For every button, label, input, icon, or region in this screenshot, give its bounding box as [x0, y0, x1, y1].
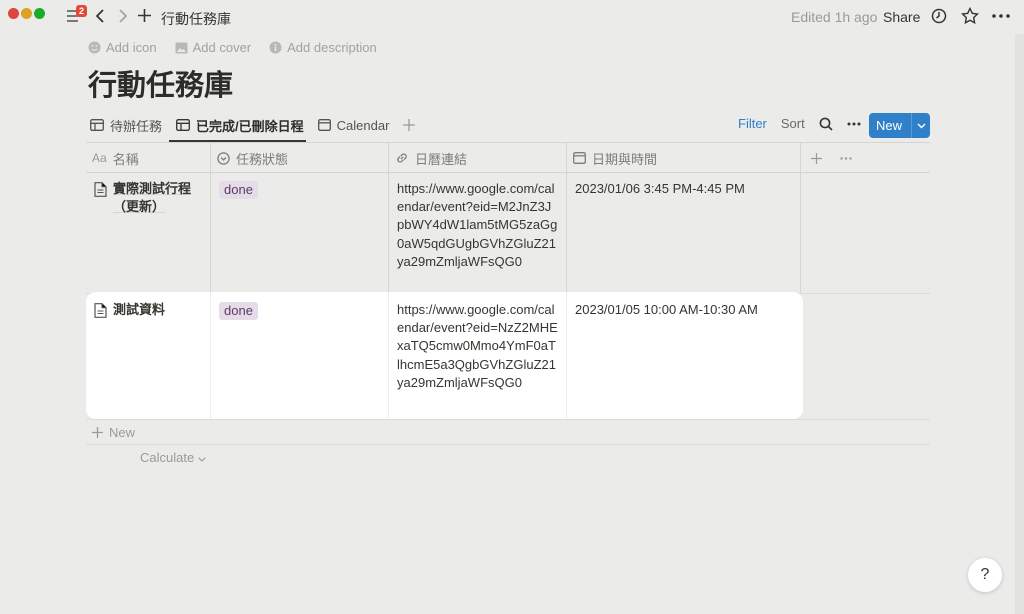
- cell-name[interactable]: 測試資料: [86, 292, 211, 419]
- cell-status[interactable]: done: [211, 292, 389, 419]
- text-property-icon: Aa: [92, 151, 107, 165]
- new-button-label: New: [876, 118, 903, 133]
- help-button[interactable]: ?: [968, 558, 1002, 592]
- page-title[interactable]: 行動任務庫: [88, 62, 233, 104]
- status-tag: done: [219, 302, 258, 320]
- table-icon: [90, 119, 104, 131]
- add-cover-button[interactable]: Add cover: [175, 40, 252, 55]
- cell-status[interactable]: done: [211, 173, 389, 293]
- scrollbar[interactable]: [1015, 34, 1024, 614]
- smiley-icon: [88, 41, 101, 54]
- page-icon: [94, 182, 107, 197]
- table-icon: [176, 119, 190, 131]
- window-minimize-icon[interactable]: [21, 8, 32, 19]
- forward-arrow-icon[interactable]: [117, 8, 129, 24]
- plus-icon: [403, 119, 416, 131]
- more-icon[interactable]: [992, 14, 1010, 18]
- cell-datetime[interactable]: 2023/01/05 10:00 AM-10:30 AM: [567, 292, 803, 419]
- chevron-down-icon[interactable]: [912, 121, 930, 131]
- plus-icon: [92, 426, 103, 438]
- share-button[interactable]: Share: [883, 9, 920, 25]
- datetime-value: 2023/01/05 10:00 AM-10:30 AM: [575, 302, 758, 317]
- column-more-icon[interactable]: [840, 156, 852, 160]
- row-title: 測試資料: [113, 302, 166, 317]
- add-cover-label: Add cover: [192, 40, 252, 55]
- tab-pending-tasks[interactable]: 待辦任務: [90, 114, 162, 136]
- window-zoom-icon[interactable]: [34, 8, 45, 19]
- table-header: Aa 名稱 任務狀態 日曆連結 日期與時間: [86, 143, 930, 173]
- add-description-label: Add description: [287, 40, 377, 55]
- calculate-button[interactable]: Calculate: [140, 450, 206, 465]
- add-view-button[interactable]: [403, 114, 416, 136]
- info-icon: [269, 41, 282, 54]
- page-icon: [94, 303, 107, 318]
- chevron-down-icon: [198, 457, 206, 462]
- new-button[interactable]: New: [869, 113, 930, 138]
- tab-label: Calendar: [336, 117, 390, 133]
- view-tabs: 待辦任務 已完成/已刪除日程 Calendar: [90, 114, 416, 136]
- calendar-icon: [317, 119, 331, 131]
- filter-button[interactable]: Filter: [738, 116, 767, 131]
- calendar-link[interactable]: https://www.google.com/calendar/event?ei…: [397, 181, 557, 269]
- datetime-value: 2023/01/06 3:45 PM-4:45 PM: [575, 181, 745, 196]
- calendar-icon: [573, 152, 586, 164]
- cell-calendar-link[interactable]: https://www.google.com/calendar/event?ei…: [389, 173, 567, 293]
- page-add-options: Add icon Add cover Add description: [88, 40, 377, 55]
- row-title: 實際測試行程（更新）: [113, 181, 192, 215]
- add-description-button[interactable]: Add description: [269, 40, 377, 55]
- image-icon: [175, 42, 188, 53]
- add-icon-label: Add icon: [106, 40, 157, 55]
- view-more-icon[interactable]: [847, 122, 861, 126]
- cell-name[interactable]: 實際測試行程（更新）: [86, 173, 211, 293]
- add-row-button[interactable]: New: [86, 419, 930, 445]
- edited-status: Edited 1h ago: [791, 9, 878, 25]
- add-row-label: New: [109, 424, 136, 440]
- clock-icon[interactable]: [931, 8, 947, 24]
- sort-button[interactable]: Sort: [781, 116, 805, 131]
- tab-calendar[interactable]: Calendar: [317, 114, 390, 136]
- add-icon-button[interactable]: Add icon: [88, 40, 157, 55]
- column-header-datetime[interactable]: 日期與時間: [567, 143, 801, 173]
- view-tools: Filter Sort: [738, 116, 861, 131]
- column-label: 名稱: [112, 151, 139, 167]
- tab-completed-deleted[interactable]: 已完成/已刪除日程: [176, 114, 304, 136]
- star-icon[interactable]: [961, 7, 979, 25]
- window-close-icon[interactable]: [8, 8, 19, 19]
- breadcrumb[interactable]: 行動任務庫: [161, 9, 231, 29]
- search-icon[interactable]: [819, 117, 833, 131]
- status-tag: done: [219, 181, 258, 199]
- column-actions: [801, 143, 930, 173]
- column-header-name[interactable]: Aa 名稱: [86, 143, 211, 173]
- plus-icon[interactable]: [138, 9, 151, 22]
- column-label: 任務狀態: [236, 151, 289, 167]
- calendar-link[interactable]: https://www.google.com/calendar/event?ei…: [397, 302, 558, 390]
- column-label: 日曆連結: [415, 151, 468, 167]
- calculate-label: Calculate: [140, 450, 195, 465]
- table-row-highlighted[interactable]: 測試資料 done https://www.google.com/calenda…: [86, 292, 803, 419]
- top-bar: 2 行動任務庫 Edited 1h ago Share: [0, 0, 1024, 34]
- status-icon: [217, 151, 230, 165]
- table-row[interactable]: 實際測試行程（更新） done https://www.google.com/c…: [86, 173, 930, 294]
- tab-label: 待辦任務: [110, 118, 163, 134]
- notification-badge: 2: [76, 5, 88, 17]
- help-icon: ?: [980, 566, 990, 583]
- cell-datetime[interactable]: 2023/01/06 3:45 PM-4:45 PM: [567, 173, 801, 293]
- back-arrow-icon[interactable]: [94, 8, 106, 24]
- tab-label: 已完成/已刪除日程: [196, 118, 304, 134]
- column-header-status[interactable]: 任務狀態: [211, 143, 389, 173]
- add-column-icon[interactable]: [811, 152, 822, 164]
- column-label: 日期與時間: [592, 151, 658, 167]
- cell-calendar-link[interactable]: https://www.google.com/calendar/event?ei…: [389, 292, 567, 419]
- link-icon: [397, 153, 407, 163]
- column-header-calendar-link[interactable]: 日曆連結: [389, 143, 567, 173]
